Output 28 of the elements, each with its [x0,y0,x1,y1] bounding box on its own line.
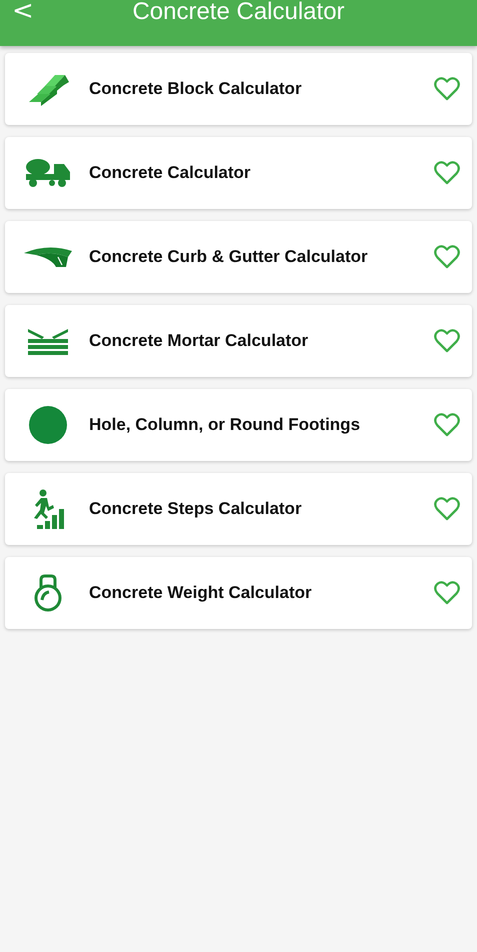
heart-icon[interactable] [434,581,460,605]
calculator-name: Concrete Curb & Gutter Calculator [89,247,369,267]
screen-title: Concrete Calculator [132,0,345,27]
calculator-card[interactable]: Concrete Block Calculator [5,53,472,125]
calculator-card[interactable]: Concrete Curb & Gutter Calculator [5,221,472,293]
kettlebell-icon [33,574,63,612]
calculator-name: Concrete Calculator [89,163,252,183]
calculator-name: Concrete Steps Calculator [89,499,303,519]
heart-icon[interactable] [434,413,460,437]
person-climbing-steps-icon [31,489,65,529]
calculator-card[interactable]: Concrete Steps Calculator [5,473,472,545]
mixer-truck-icon [24,158,72,188]
road-curb-icon [22,245,74,269]
calculator-card[interactable]: Concrete Mortar Calculator [5,305,472,377]
calculator-name: Concrete Block Calculator [89,79,303,99]
calculator-card[interactable]: Concrete Calculator [5,137,472,209]
calculator-name: Hole, Column, or Round Footings [89,415,362,435]
brick-wall-trowel-icon [26,327,70,355]
circle-icon [29,406,67,444]
calculator-card[interactable]: Concrete Weight Calculator [5,557,472,629]
calculator-card[interactable]: Hole, Column, or Round Footings [5,389,472,461]
calculator-name: Concrete Mortar Calculator [89,331,310,351]
heart-icon[interactable] [434,497,460,521]
calculator-name: Concrete Weight Calculator [89,583,313,603]
heart-icon[interactable] [434,77,460,101]
heart-icon[interactable] [434,161,460,185]
heart-icon[interactable] [434,245,460,269]
heart-icon[interactable] [434,329,460,353]
